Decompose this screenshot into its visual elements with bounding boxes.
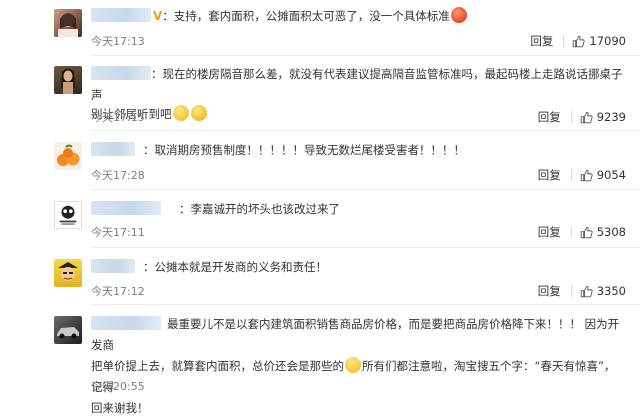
like-count: 9054 [596, 168, 626, 182]
username[interactable] [91, 259, 135, 273]
thumbs-up-icon[interactable] [580, 111, 593, 124]
username-tail [135, 259, 143, 273]
divider [91, 247, 640, 248]
comment-text: ：取消期房预售制度！！！！！导致无数烂尾楼受害者！！！！ [143, 143, 465, 157]
comment-list: V：支持，套内面积，公摊面积太可恶了，没一个具体标准 今天17:13 回复 17… [0, 0, 640, 415]
avatar[interactable] [54, 9, 82, 37]
comment-text: ：李嘉诚开的坏头也该改过来了 [179, 202, 340, 216]
avatar[interactable] [54, 142, 82, 170]
reply-button[interactable]: 回复 [530, 33, 553, 49]
username[interactable] [91, 8, 151, 22]
smile-emoji [345, 357, 361, 373]
like-count: 9239 [596, 110, 626, 124]
car-image [57, 327, 79, 339]
action-separator [570, 226, 572, 238]
avatar[interactable] [54, 316, 82, 344]
username-tail [135, 142, 143, 156]
avatar[interactable] [54, 259, 82, 287]
comment-time: 今天17:28 [91, 169, 145, 182]
thumbs-up-icon[interactable] [580, 285, 593, 298]
comment-time: 今天17:12 [91, 285, 145, 298]
comment-time: 今天17:11 [91, 226, 145, 239]
thumbs-up-icon[interactable] [580, 169, 593, 182]
comment-text: ：现在的楼房隔音那么差，就没有代表建议提高隔音监管标准吗，最起码楼上走路说话挪桌… [91, 67, 623, 102]
username[interactable] [91, 316, 161, 330]
action-separator [570, 285, 572, 297]
like-count: 5308 [596, 225, 626, 239]
action-separator [570, 111, 572, 123]
reply-button[interactable]: 回复 [538, 167, 561, 183]
comment-time: 今天17:13 [91, 35, 145, 48]
comment-time: 今天17:15 [91, 111, 145, 124]
action-separator [563, 35, 565, 47]
divider [91, 304, 640, 305]
divider [91, 55, 640, 56]
like-count: 17090 [589, 34, 626, 48]
comment-text-continued: 把单价提上去，就算套内面积，总价还会是那些的 [91, 359, 344, 373]
comment-text: 最重要儿不是以套内建筑面积销售商品房价格，而是要把商品房价格降下来！！！ 因为开… [91, 317, 620, 352]
divider [91, 130, 640, 131]
comment-text-continued: 回来谢我！ [91, 401, 149, 415]
cartoon-image [58, 262, 78, 281]
portrait-image [58, 13, 78, 37]
laugh-emoji [190, 105, 207, 121]
thumbs-up-icon[interactable] [580, 226, 593, 239]
comment-text: ：公摊本就是开发商的义务和责任！ [143, 260, 327, 274]
verified-v-icon: V [153, 9, 163, 23]
portrait-image [61, 68, 75, 94]
comment-time: 今天20:55 [91, 380, 145, 393]
comment-text: ：支持，套内面积，公摊面积太可恶了，没一个具体标准 [162, 9, 450, 23]
angry-face-emoji [450, 7, 467, 23]
username-tail [161, 201, 179, 215]
avatar[interactable] [54, 201, 82, 229]
smile-emoji [172, 105, 189, 121]
logo-image [59, 205, 77, 225]
thumbs-up-icon[interactable] [572, 35, 586, 48]
avatar[interactable] [54, 66, 82, 94]
reply-button[interactable]: 回复 [538, 109, 561, 125]
divider [91, 189, 640, 190]
action-separator [570, 169, 572, 181]
username[interactable] [91, 201, 161, 215]
like-count: 3350 [596, 284, 626, 298]
username[interactable] [91, 142, 135, 156]
username[interactable] [91, 66, 151, 80]
reply-button[interactable]: 回复 [538, 224, 561, 240]
reply-button[interactable]: 回复 [538, 283, 561, 299]
fruit-image [57, 144, 80, 166]
